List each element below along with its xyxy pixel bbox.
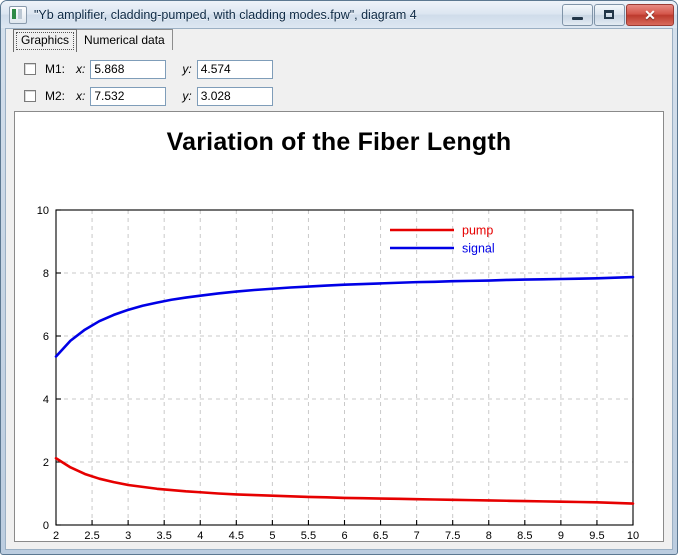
svg-text:5: 5	[269, 530, 275, 542]
marker-m2-x-input[interactable]: 7.532	[90, 86, 167, 106]
title-bar: "Yb amplifier, cladding-pumped, with cla…	[1, 1, 677, 28]
marker-row-m2: M2: x: 7.532 y: 3.028	[24, 85, 273, 107]
svg-text:pump: pump	[462, 224, 493, 238]
close-icon: ✕	[644, 7, 656, 23]
tab-numerical-data[interactable]: Numerical data	[76, 29, 173, 50]
svg-text:6.5: 6.5	[373, 530, 388, 542]
minimize-button[interactable]	[562, 4, 593, 26]
svg-text:4.5: 4.5	[229, 530, 244, 542]
marker-m1-y-input[interactable]: 4.574	[196, 59, 273, 79]
maximize-icon	[604, 10, 614, 19]
application-window: "Yb amplifier, cladding-pumped, with cla…	[0, 0, 678, 555]
marker-m1-checkbox[interactable]	[24, 63, 36, 75]
tab-strip: Graphics Numerical data	[6, 29, 672, 52]
svg-text:9: 9	[558, 530, 564, 542]
marker-panel: M1: x: 5.868 y: 4.574 M2: x: 7.532 y: 3.…	[6, 51, 672, 159]
maximize-button[interactable]	[594, 4, 625, 26]
client-area: Graphics Numerical data M1: x: 5.868 y: …	[5, 28, 673, 550]
marker-m2-label: M2:	[45, 89, 66, 103]
svg-text:3.5: 3.5	[157, 530, 172, 542]
document-icon	[9, 5, 27, 24]
marker-m1-x-input[interactable]: 5.868	[90, 59, 167, 79]
svg-text:8: 8	[43, 268, 49, 280]
svg-text:2: 2	[43, 457, 49, 469]
svg-text:3: 3	[125, 530, 131, 542]
window-title: "Yb amplifier, cladding-pumped, with cla…	[34, 7, 417, 22]
marker-row-m1: M1: x: 5.868 y: 4.574	[24, 58, 273, 80]
svg-text:9.5: 9.5	[589, 530, 604, 542]
svg-text:7: 7	[414, 530, 420, 542]
svg-text:6: 6	[43, 331, 49, 343]
marker-m2-x-label: x:	[76, 89, 86, 103]
svg-text:7.5: 7.5	[445, 530, 460, 542]
marker-m1-y-label: y:	[182, 62, 192, 76]
svg-text:6: 6	[341, 530, 347, 542]
svg-text:5.5: 5.5	[301, 530, 316, 542]
tab-numerical-data-label: Numerical data	[84, 33, 165, 47]
tab-graphics[interactable]: Graphics	[13, 29, 78, 52]
close-button[interactable]: ✕	[626, 4, 674, 26]
svg-text:2: 2	[53, 530, 59, 542]
graphics-panel: Variation of the Fiber Length 2 2.5 3 3.5 4 4…	[14, 111, 664, 542]
marker-m2-checkbox[interactable]	[24, 90, 36, 102]
plot-svg: 2 2.5 3 3.5 4 4.5 5 5.5 6 6.5 7 7.5 8 8.5 9 9.5 10024681…	[37, 205, 639, 542]
svg-text:4: 4	[197, 530, 203, 542]
svg-text:8.5: 8.5	[517, 530, 532, 542]
marker-m2-y-input[interactable]: 3.028	[196, 86, 273, 106]
minimize-icon	[572, 17, 583, 20]
svg-text:signal: signal	[462, 242, 495, 256]
marker-m2-y-label: y:	[182, 89, 192, 103]
plot-area[interactable]: 2 2.5 3 3.5 4 4.5 5 5.5 6 6.5 7 7.5 8 8.5 9 9.5 10 0 2 4 6 8 1…	[15, 112, 663, 541]
window-controls: ✕	[561, 4, 674, 26]
focus-ring	[16, 32, 75, 50]
marker-m1-x-label: x:	[76, 62, 86, 76]
svg-text:4: 4	[43, 394, 49, 406]
svg-text:0: 0	[43, 520, 49, 532]
marker-m1-label: M1:	[45, 62, 66, 76]
svg-text:10: 10	[37, 205, 49, 217]
svg-text:2.5: 2.5	[84, 530, 99, 542]
svg-text:10: 10	[627, 530, 639, 542]
svg-text:8: 8	[486, 530, 492, 542]
